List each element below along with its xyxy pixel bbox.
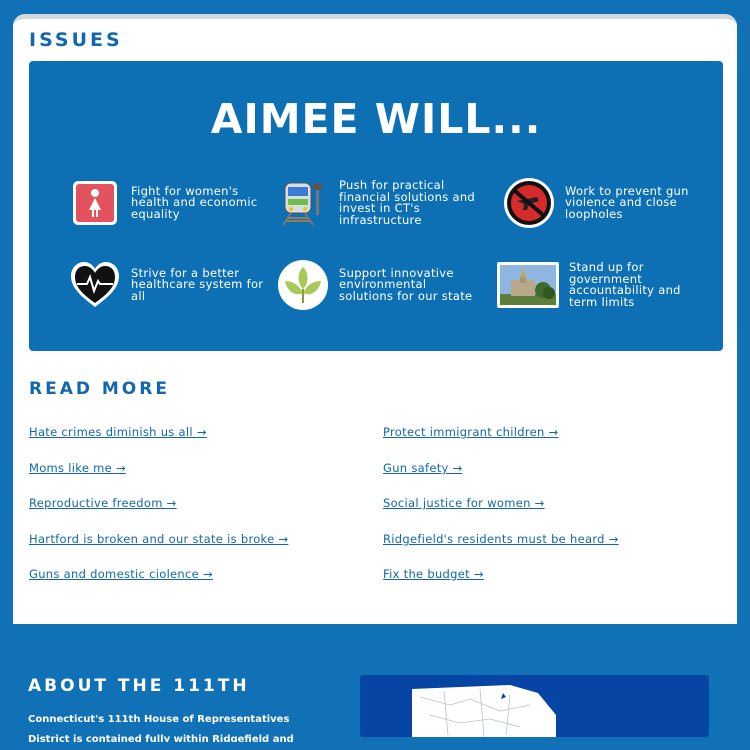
read-more-title: READ MORE xyxy=(29,379,170,399)
no-guns-icon xyxy=(503,177,555,229)
link-gun-safety[interactable]: Gun safety → xyxy=(383,461,463,475)
issue-text: Push for practical financial solutions a… xyxy=(339,178,476,227)
leaf-icon xyxy=(277,259,329,311)
capitol-photo-icon xyxy=(497,259,559,311)
about-text: Connecticut's 111th House of Representat… xyxy=(28,714,294,742)
issue-text: Work to prevent gun violence and close l… xyxy=(565,183,689,221)
link-ridgefield-residents[interactable]: Ridgefield's residents must be heard → xyxy=(383,532,619,546)
woman-icon xyxy=(69,177,121,229)
link-social-justice[interactable]: Social justice for women → xyxy=(383,496,545,510)
link-hate-crimes[interactable]: Hate crimes diminish us all → xyxy=(29,425,207,439)
issues-card: ISSUES AIMEE WILL... Fight for women's h… xyxy=(13,14,737,624)
district-map xyxy=(360,675,709,737)
issue-infrastructure: Push for practical financial solutions a… xyxy=(277,177,479,229)
aimee-will-panel: AIMEE WILL... Fight for women's health a… xyxy=(29,61,723,351)
about-title: ABOUT THE 111TH xyxy=(28,676,250,696)
issue-gun-violence: Work to prevent gun violence and close l… xyxy=(503,177,705,229)
link-moms-like-me[interactable]: Moms like me → xyxy=(29,461,126,475)
issue-women: Fight for women's health and economic eq… xyxy=(69,177,271,229)
panel-heading: AIMEE WILL... xyxy=(210,95,542,143)
link-fix-budget[interactable]: Fix the budget → xyxy=(383,567,484,581)
issue-healthcare: Strive for a better healthcare system fo… xyxy=(69,259,271,311)
link-guns-domestic[interactable]: Guns and domestic ciolence → xyxy=(29,567,213,581)
link-hartford-broken[interactable]: Hartford is broken and our state is brok… xyxy=(29,532,288,546)
issue-text: Stand up for government accountability a… xyxy=(569,260,681,309)
heartbeat-icon xyxy=(69,259,121,311)
link-immigrant-children[interactable]: Protect immigrant children → xyxy=(383,425,558,439)
issue-text: Support innovative environmental solutio… xyxy=(339,265,473,303)
issue-text: Strive for a better healthcare system fo… xyxy=(131,265,264,303)
link-reproductive-freedom[interactable]: Reproductive freedom → xyxy=(29,496,177,510)
train-icon xyxy=(277,177,329,229)
issue-text: Fight for women's health and economic eq… xyxy=(131,183,258,221)
issue-accountability: Stand up for government accountability a… xyxy=(497,259,709,311)
issue-environment: Support innovative environmental solutio… xyxy=(277,259,479,311)
issues-title: ISSUES xyxy=(29,29,123,51)
